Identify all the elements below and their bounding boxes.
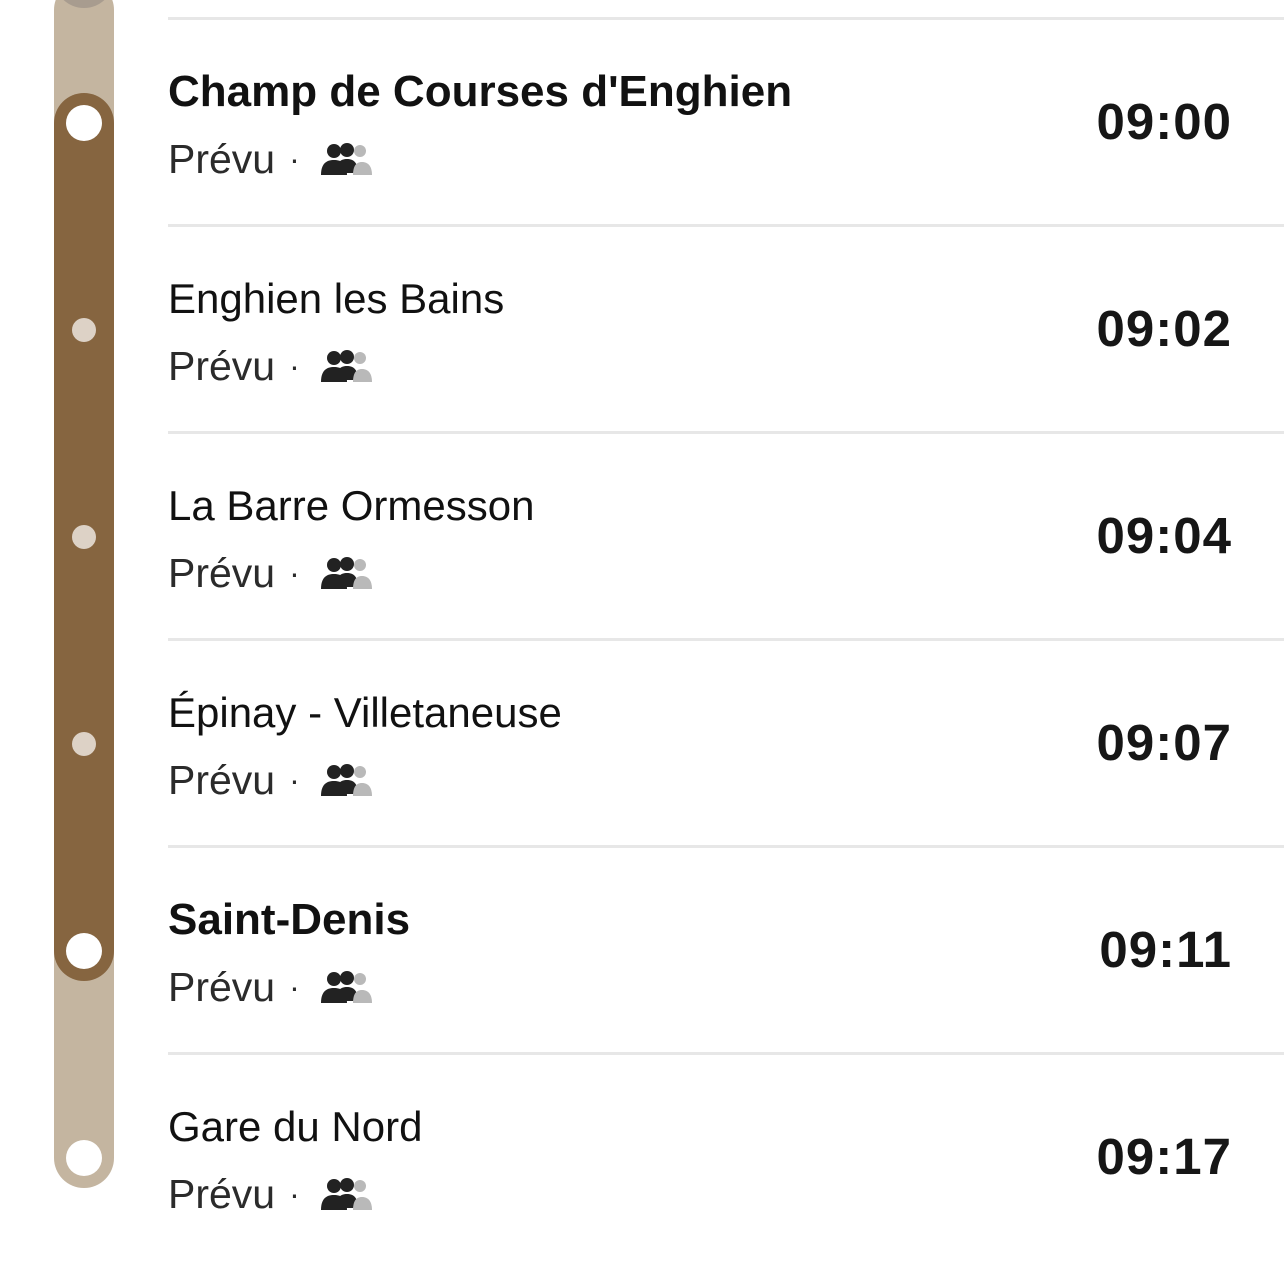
stop-meta: Prévu ·	[168, 754, 374, 806]
stop-marker	[72, 525, 96, 549]
stop-status: Prévu	[168, 756, 276, 803]
stop-name: Gare du Nord	[168, 1103, 423, 1150]
stop-marker	[72, 318, 96, 342]
meta-separator: ·	[289, 140, 300, 177]
stop-name: Champ de Courses d'Enghien	[168, 67, 793, 116]
crowd-level-icon	[320, 350, 372, 382]
crowd-level-icon	[320, 143, 372, 175]
stop-row[interactable]: Saint-Denis Prévu · 09:11	[168, 848, 1284, 1055]
stop-row[interactable]: La Barre Ormesson Prévu · 09:04	[168, 434, 1284, 641]
stop-row[interactable]: Gare du Nord Prévu · 09:17	[168, 1055, 1284, 1262]
meta-separator: ·	[289, 554, 300, 591]
meta-separator: ·	[289, 968, 300, 1005]
stop-time: 09:00	[1096, 93, 1232, 150]
stop-meta: Prévu ·	[168, 547, 374, 599]
stop-marker	[66, 1140, 102, 1176]
stop-name: Saint-Denis	[168, 895, 411, 944]
stop-meta: Prévu ·	[168, 961, 374, 1013]
stop-time: 09:17	[1096, 1128, 1232, 1185]
meta-separator: ·	[289, 347, 300, 384]
stop-status: Prévu	[168, 1170, 276, 1217]
stop-time: 09:02	[1096, 300, 1232, 357]
stop-marker	[72, 732, 96, 756]
stop-name: La Barre Ormesson	[168, 482, 535, 529]
meta-separator: ·	[289, 761, 300, 798]
stop-status: Prévu	[168, 549, 276, 596]
stop-name: Enghien les Bains	[168, 275, 505, 322]
stop-marker	[66, 105, 102, 141]
stop-status: Prévu	[168, 963, 276, 1010]
stop-row[interactable]: Champ de Courses d'Enghien Prévu · 09:00	[168, 20, 1284, 227]
stop-meta: Prévu ·	[168, 340, 374, 392]
crowd-level-icon	[320, 971, 372, 1003]
stop-meta: Prévu ·	[168, 133, 374, 185]
stop-status: Prévu	[168, 135, 276, 182]
stop-meta: Prévu ·	[168, 1168, 374, 1220]
stop-status: Prévu	[168, 342, 276, 389]
crowd-level-icon	[320, 1178, 372, 1210]
crowd-level-icon	[320, 764, 372, 796]
stop-marker	[66, 933, 102, 969]
stop-row[interactable]: Enghien les Bains Prévu · 09:02	[168, 227, 1284, 434]
crowd-level-icon	[320, 557, 372, 589]
stop-row[interactable]: Épinay - Villetaneuse Prévu · 09:07	[168, 641, 1284, 848]
stop-time: 09:07	[1096, 714, 1232, 771]
stop-name: Épinay - Villetaneuse	[168, 689, 562, 736]
stop-time: 09:04	[1096, 507, 1232, 564]
meta-separator: ·	[289, 1175, 300, 1212]
stop-time: 09:11	[1099, 921, 1232, 978]
